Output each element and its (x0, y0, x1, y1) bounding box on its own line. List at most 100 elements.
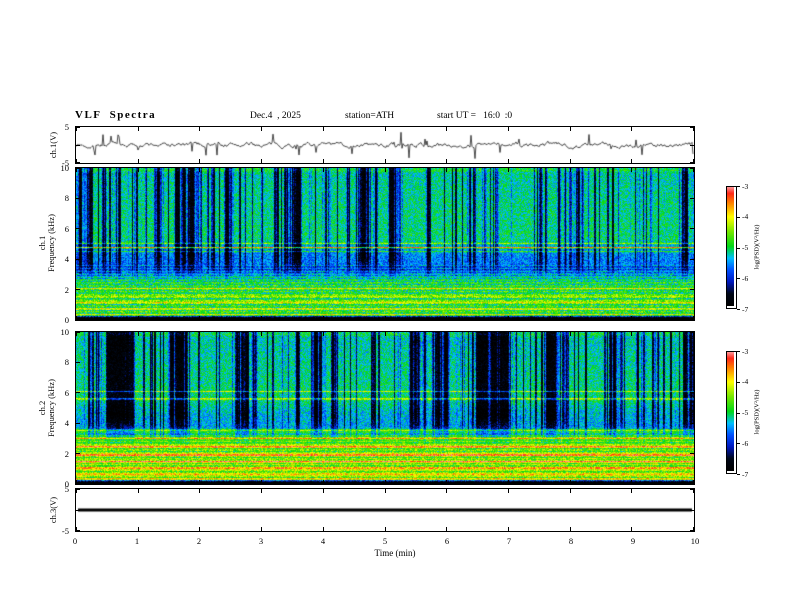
axis-tick (570, 127, 571, 131)
axis-tick (446, 159, 447, 163)
axis-tick (76, 162, 80, 163)
x-tick-label: 3 (258, 536, 264, 546)
date-label: Dec.4 , 2025 (250, 111, 301, 121)
axis-tick (631, 127, 632, 131)
axis-tick (76, 289, 80, 290)
axis-tick (261, 480, 262, 484)
axis-tick (690, 453, 694, 454)
axis-tick (570, 159, 571, 163)
axis-tick (385, 489, 386, 493)
axis-tick (631, 159, 632, 163)
colorbar-tick (737, 443, 740, 444)
axis-tick (570, 480, 571, 484)
axis-tick (261, 168, 262, 172)
colorbar-tick-label: -5 (742, 243, 749, 252)
x-tick-label: 7 (506, 536, 512, 546)
ch3-waveform-canvas (76, 489, 694, 531)
y-tick-label: -5 (61, 526, 69, 536)
axis-tick (76, 392, 80, 393)
x-tick-label: 8 (568, 536, 574, 546)
axis-tick (199, 332, 200, 336)
axis-tick (323, 127, 324, 131)
colorbar-tick-label: -3 (742, 181, 749, 191)
ch1-spectrogram-panel (75, 167, 695, 321)
ch1-waveform-panel (75, 126, 695, 164)
axis-tick (76, 423, 80, 424)
axis-tick (138, 168, 139, 172)
axis-tick (631, 527, 632, 531)
ch2-spectrogram-panel (75, 331, 695, 485)
axis-tick (570, 168, 571, 172)
axis-tick (508, 127, 509, 131)
colorbar-tick-label: -6 (742, 273, 749, 283)
axis-tick (76, 362, 80, 363)
axis-tick (323, 489, 324, 493)
y-tick-label: 0 (64, 315, 69, 325)
axis-tick (199, 527, 200, 531)
y-tick-label: 4 (64, 254, 69, 265)
axis-tick (690, 289, 694, 290)
axis-tick (631, 489, 632, 493)
y-tick-label: 5 (64, 484, 69, 494)
colorbar-tick (737, 413, 740, 414)
axis-tick (446, 332, 447, 336)
axis-tick (690, 259, 694, 260)
axis-tick (570, 527, 571, 531)
axis-tick (76, 489, 80, 490)
axis-tick (690, 423, 694, 424)
axis-tick (385, 168, 386, 172)
x-tick-label: 2 (196, 536, 202, 546)
x-axis-label: Time (min) (374, 548, 416, 558)
axis-tick (508, 316, 509, 320)
colorbar-tick-label: -3 (742, 346, 749, 356)
ch2-spectrogram-canvas (76, 332, 694, 484)
axis-tick (76, 453, 80, 454)
ch1-spectrogram-canvas (76, 168, 694, 320)
axis-tick (690, 319, 694, 320)
x-tick-label: 10 (690, 536, 700, 546)
colorbar-ch2 (726, 351, 737, 474)
colorbar-tick-label: -4 (742, 377, 749, 387)
axis-tick (385, 159, 386, 163)
axis-tick (508, 168, 509, 172)
x-tick-label: 0 (72, 536, 78, 546)
axis-tick (690, 489, 694, 490)
ch1-waveform-canvas (76, 127, 694, 163)
axis-tick (385, 332, 386, 336)
colorbar-tick (737, 186, 740, 187)
axis-tick (690, 198, 694, 199)
axis-tick (138, 159, 139, 163)
colorbar-tick-label: -5 (742, 408, 749, 417)
colorbar-tick-label: -4 (742, 212, 749, 222)
axis-tick (138, 480, 139, 484)
colorbar-ch2-canvas (727, 352, 734, 471)
colorbar-tick (737, 474, 740, 475)
axis-tick (690, 168, 694, 169)
axis-tick (138, 127, 139, 131)
x-tick-label: 9 (630, 536, 636, 546)
x-tick-label: 6 (444, 536, 450, 546)
axis-tick (76, 198, 80, 199)
axis-tick (323, 332, 324, 336)
axis-tick (199, 127, 200, 131)
vlf-spectra-figure: VLF Spectra Dec.4 , 2025 station=ATH sta… (0, 0, 792, 612)
axis-tick (76, 127, 80, 128)
y-tick-label: 8 (64, 193, 69, 204)
colorbar-tick (737, 248, 740, 249)
axis-tick (690, 332, 694, 333)
axis-tick (261, 159, 262, 163)
colorbar-tick-label: -7 (742, 469, 749, 479)
axis-tick (446, 316, 447, 320)
figure-title: VLF Spectra (75, 109, 157, 121)
y-tick-label: 2 (64, 448, 69, 459)
axis-tick (138, 316, 139, 320)
colorbar-tick (737, 278, 740, 279)
ch1-voltage-axis-label: ch.1(V) (48, 131, 58, 159)
x-tick-label: 1 (134, 536, 140, 546)
axis-tick (76, 319, 80, 320)
y-tick-label: 2 (64, 284, 69, 295)
axis-tick (385, 316, 386, 320)
colorbar-tick (737, 351, 740, 352)
axis-tick (76, 510, 80, 511)
colorbar-tick-label: -7 (742, 304, 749, 314)
